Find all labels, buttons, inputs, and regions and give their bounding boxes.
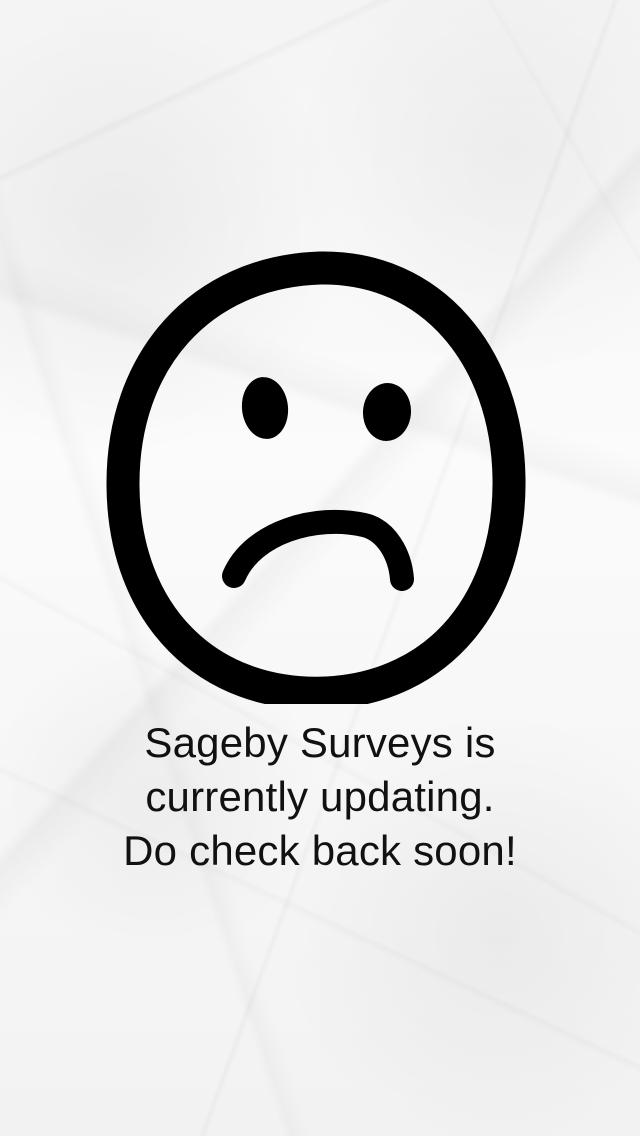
- status-message: Sageby Surveys is currently updating. Do…: [60, 716, 580, 878]
- sad-face-icon: [106, 246, 534, 704]
- message-line-1: Sageby Surveys is: [144, 719, 496, 766]
- message-line-3: Do check back soon!: [123, 827, 517, 874]
- message-line-2: currently updating.: [145, 773, 495, 820]
